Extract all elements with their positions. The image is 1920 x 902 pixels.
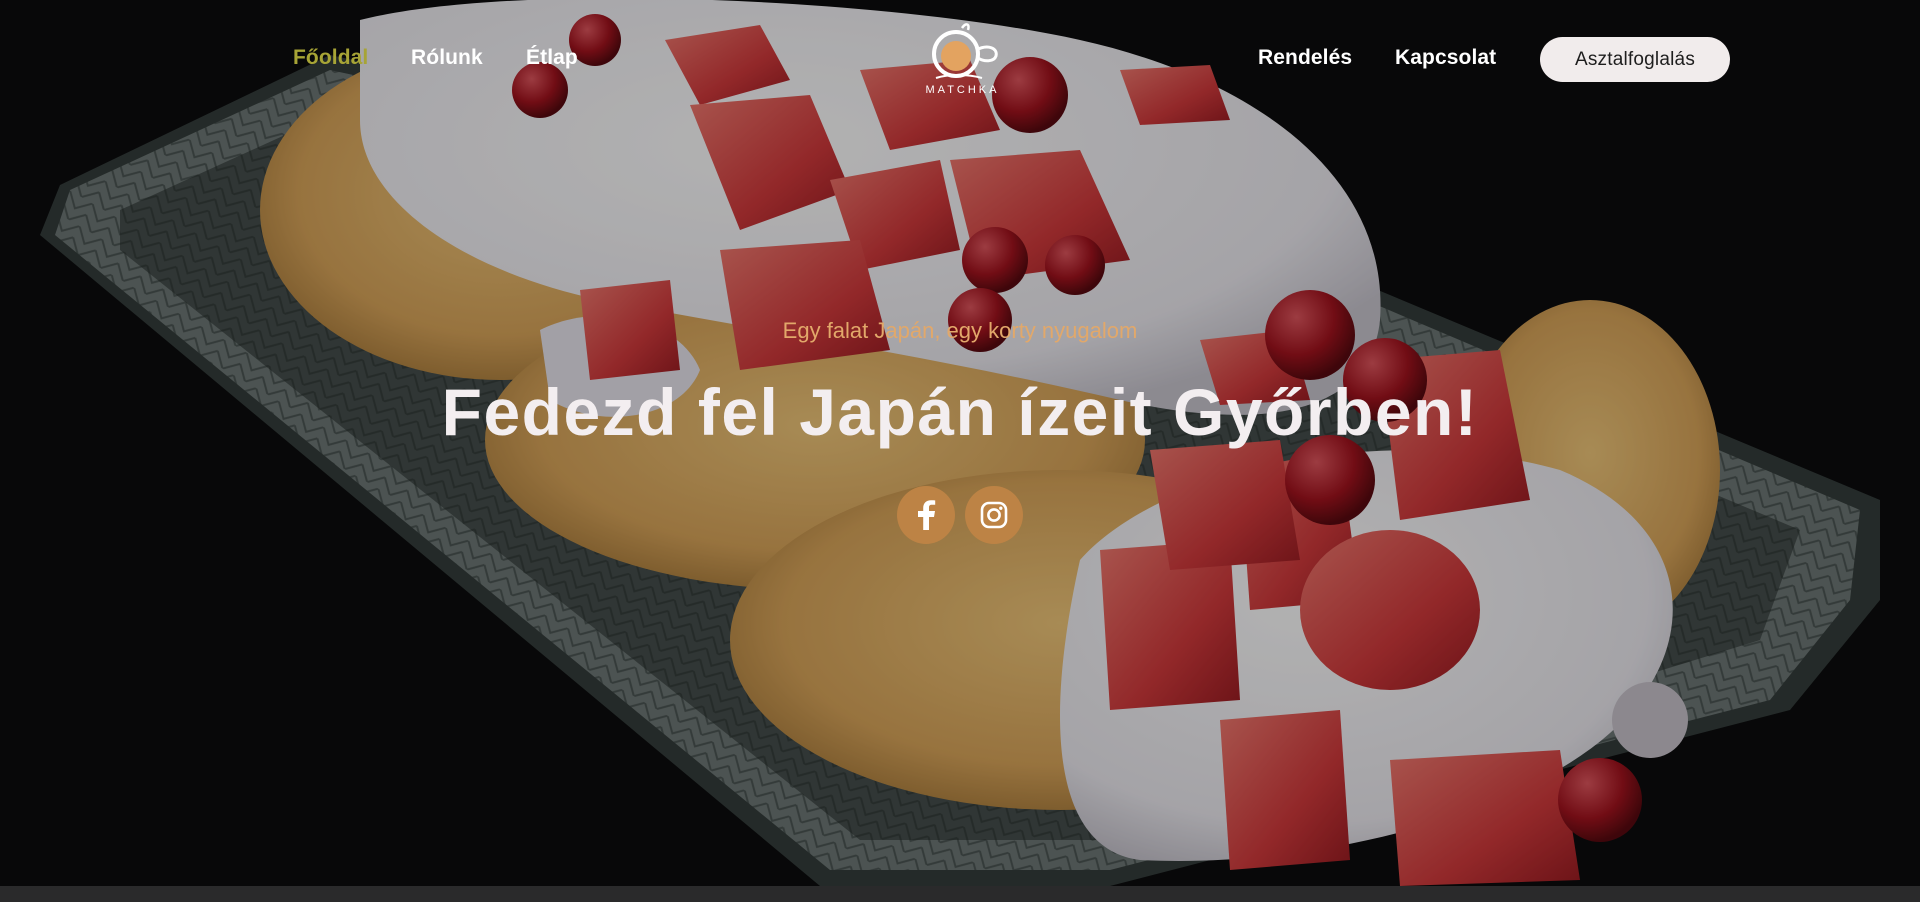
nav-link-home[interactable]: Főoldal [293,46,368,70]
logo-text: MATCHKA [925,84,1000,96]
hero-tagline: Egy falat Japán, egy korty nyugalom [782,318,1138,343]
nav-link-about[interactable]: Rólunk [411,46,483,70]
hero-headline: Fedezd fel Japán ízeit Győrben! [441,375,1479,449]
instagram-icon [980,501,1008,529]
nav-link-menu[interactable]: Étlap [526,46,578,70]
reserve-table-button[interactable]: Asztalfoglalás [1540,37,1730,82]
facebook-icon [918,500,936,530]
bottom-bar [0,886,1920,902]
tea-cup-icon [932,23,998,79]
main-navigation: Főoldal Rólunk Étlap MATCHKA Rendelés Ka… [0,0,1920,120]
facebook-button[interactable] [897,486,955,544]
nav-link-order[interactable]: Rendelés [1258,46,1352,70]
instagram-button[interactable] [965,486,1023,544]
social-links [897,486,1023,544]
site-logo[interactable]: MATCHKA [911,20,1011,100]
nav-link-contact[interactable]: Kapcsolat [1395,46,1496,70]
